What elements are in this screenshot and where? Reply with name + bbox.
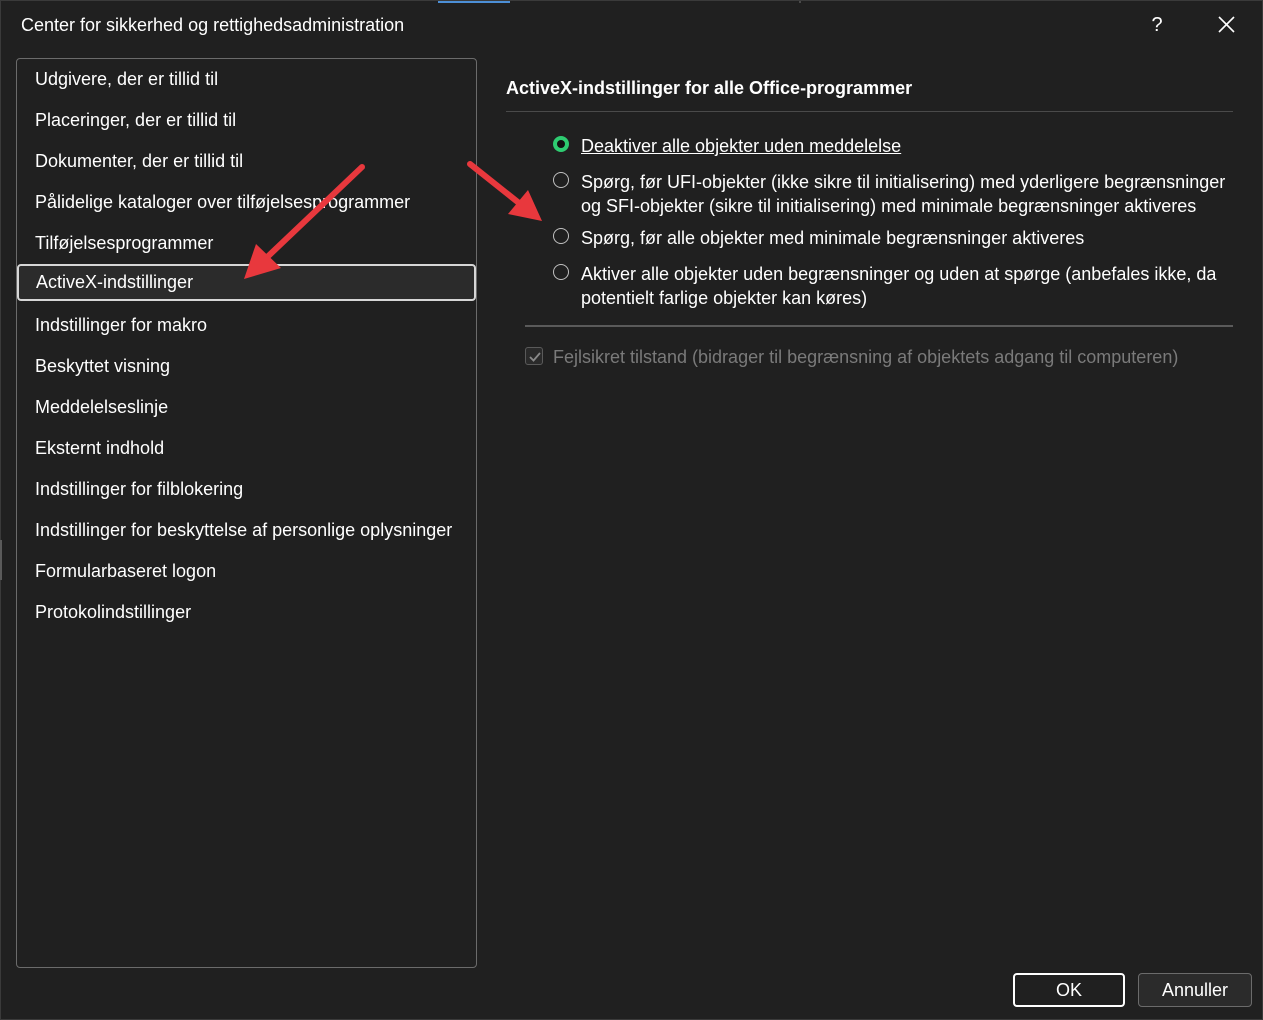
radio-label-line: Spørg, før UFI-objekter (ikke sikre til … bbox=[581, 172, 1226, 192]
radio-label: Deaktiver alle objekter uden meddelelse bbox=[581, 134, 901, 158]
safe-mode-checkbox[interactable] bbox=[525, 347, 543, 365]
sidebar-item-file-block-settings[interactable]: Indstillinger for filblokering bbox=[19, 471, 472, 508]
sidebar-item-trusted-publishers[interactable]: Udgivere, der er tillid til bbox=[19, 61, 472, 98]
sidebar-item-form-based-signin[interactable]: Formularbaseret logon bbox=[19, 553, 472, 590]
options-divider bbox=[525, 325, 1233, 327]
section-divider bbox=[506, 111, 1233, 112]
safe-mode-label: Fejlsikret tilstand (bidrager til begræn… bbox=[553, 347, 1179, 367]
sidebar-item-macro-settings[interactable]: Indstillinger for makro bbox=[19, 307, 472, 344]
section-title: ActiveX-indstillinger for alle Office-pr… bbox=[506, 78, 913, 98]
checkmark-icon bbox=[529, 352, 541, 362]
radio-label: Spørg, før alle objekter med minimale be… bbox=[581, 228, 1085, 248]
sidebar-item-external-content[interactable]: Eksternt indhold bbox=[19, 430, 472, 467]
sidebar-item-addins[interactable]: Tilføjelsesprogrammer bbox=[19, 225, 472, 262]
sidebar-item-protocol-settings[interactable]: Protokolindstillinger bbox=[19, 594, 472, 631]
sidebar-item-protected-view[interactable]: Beskyttet visning bbox=[19, 348, 472, 385]
sidebar-item-privacy-options[interactable]: Indstillinger for beskyttelse af personl… bbox=[19, 512, 472, 549]
radio-button[interactable] bbox=[553, 264, 569, 280]
radio-button[interactable] bbox=[553, 228, 569, 244]
radio-label: Aktiver alle objekter uden begrænsninger… bbox=[581, 262, 1216, 310]
radio-button-selected[interactable] bbox=[553, 136, 569, 152]
dialog-window: Center for sikkerhed og rettighedsadmini… bbox=[0, 0, 1263, 1020]
help-button[interactable]: ? bbox=[1141, 11, 1173, 39]
dialog-title: Center for sikkerhed og rettighedsadmini… bbox=[21, 15, 405, 35]
title-accent-secondary bbox=[799, 1, 801, 3]
radio-label-line: potentielt farlige objekter kan køres) bbox=[581, 288, 868, 308]
radio-label-text: Deaktiver alle objekter uden meddelelse bbox=[581, 136, 902, 156]
sidebar-item-trusted-locations[interactable]: Placeringer, der er tillid til bbox=[19, 102, 472, 139]
radio-label-line: Aktiver alle objekter uden begrænsninger… bbox=[581, 264, 1217, 284]
sidebar-item-activex-settings[interactable]: ActiveX-indstillinger bbox=[17, 264, 476, 301]
close-icon bbox=[1218, 16, 1235, 33]
radio-button[interactable] bbox=[553, 172, 569, 188]
close-button[interactable] bbox=[1209, 11, 1243, 39]
title-accent bbox=[438, 1, 510, 3]
cancel-button[interactable]: Annuller bbox=[1138, 973, 1252, 1007]
radio-label: Spørg, før UFI-objekter (ikke sikre til … bbox=[581, 170, 1225, 218]
ok-button[interactable]: OK bbox=[1013, 973, 1125, 1007]
sidebar-nav: Udgivere, der er tillid til Placeringer,… bbox=[16, 58, 477, 968]
sidebar-item-trusted-addin-catalogs[interactable]: Pålidelige kataloger over tilføjelsespro… bbox=[19, 184, 472, 221]
radio-label-line: og SFI-objekter (sikre til initialiserin… bbox=[581, 196, 1197, 216]
window-edge-marker bbox=[0, 540, 2, 580]
sidebar-item-message-bar[interactable]: Meddelelseslinje bbox=[19, 389, 472, 426]
sidebar-item-trusted-documents[interactable]: Dokumenter, der er tillid til bbox=[19, 143, 472, 180]
